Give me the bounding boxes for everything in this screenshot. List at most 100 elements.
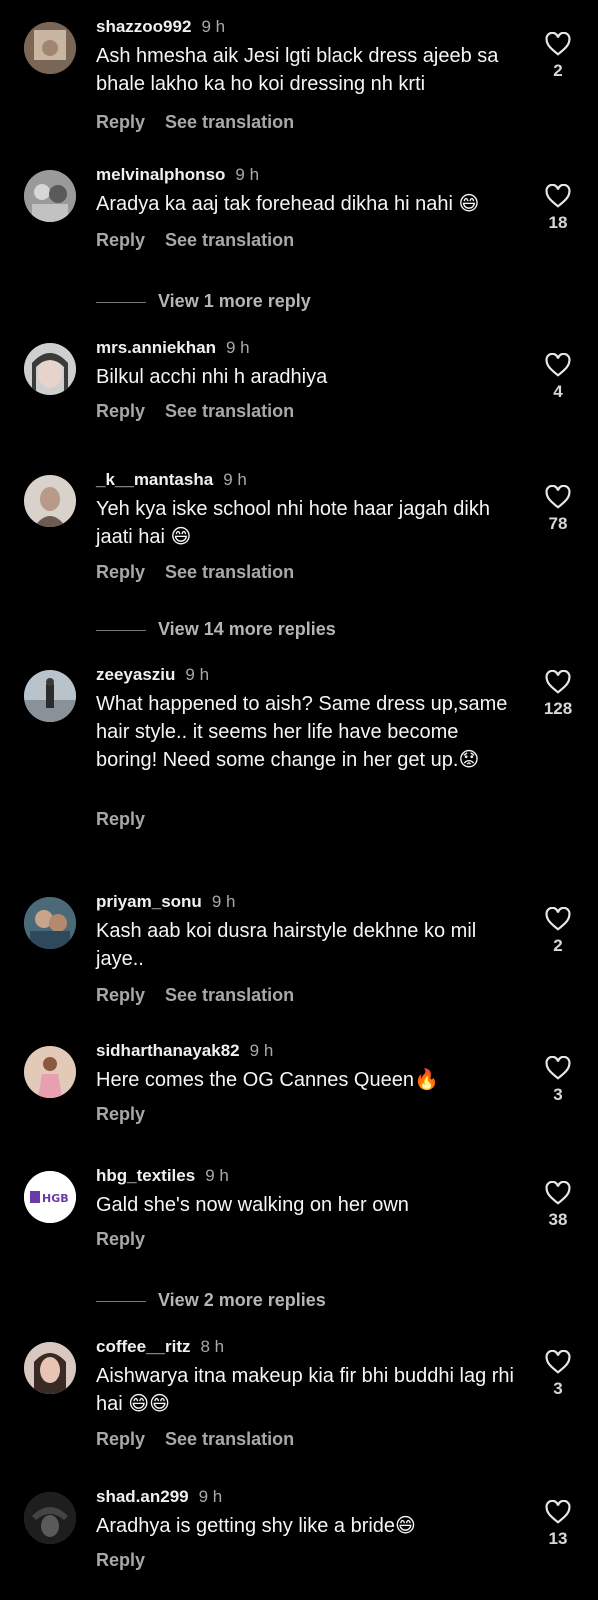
heart-icon[interactable] bbox=[545, 184, 571, 208]
comment-item: HGB hbg_textiles 9 h Gald she's now walki… bbox=[0, 1161, 598, 1261]
avatar[interactable] bbox=[24, 1046, 76, 1098]
reply-button[interactable]: Reply bbox=[96, 1429, 145, 1449]
heart-icon[interactable] bbox=[545, 1350, 571, 1374]
comment-actions: Reply See translation bbox=[96, 226, 314, 254]
timestamp: 9 h bbox=[226, 338, 250, 357]
comment-meta: hbg_textiles 9 h bbox=[96, 1161, 229, 1191]
timestamp: 9 h bbox=[201, 17, 226, 36]
avatar[interactable] bbox=[24, 170, 76, 222]
like-count: 38 bbox=[548, 1210, 568, 1229]
heart-icon[interactable] bbox=[545, 32, 571, 56]
reply-button[interactable]: Reply bbox=[96, 562, 145, 582]
timestamp: 9 h bbox=[235, 165, 260, 184]
avatar[interactable] bbox=[24, 670, 76, 722]
username[interactable]: mrs.anniekhan bbox=[96, 338, 216, 357]
like-count: 78 bbox=[548, 514, 568, 533]
comment-meta: shazzoo992 9 h bbox=[96, 12, 225, 42]
like-control: 2 bbox=[538, 32, 578, 82]
view-more-replies-button[interactable]: View 1 more reply bbox=[96, 286, 311, 316]
timestamp: 9 h bbox=[223, 470, 247, 489]
username[interactable]: sidharthanayak82 bbox=[96, 1041, 240, 1060]
like-count: 4 bbox=[553, 382, 563, 401]
heart-icon[interactable] bbox=[545, 1500, 571, 1524]
comment-meta: sidharthanayak82 9 h bbox=[96, 1036, 273, 1066]
username[interactable]: melvinalphonso bbox=[96, 165, 225, 184]
username[interactable]: shad.an299 bbox=[96, 1487, 189, 1506]
like-count: 13 bbox=[548, 1529, 568, 1548]
view-more-label: View 1 more reply bbox=[158, 291, 311, 311]
heart-icon[interactable] bbox=[545, 907, 571, 931]
comment-item: sidharthanayak82 9 h Here comes the OG Ca… bbox=[0, 1036, 598, 1136]
avatar[interactable] bbox=[24, 1492, 76, 1544]
see-translation-button[interactable]: See translation bbox=[165, 985, 294, 1005]
reply-button[interactable]: Reply bbox=[96, 1104, 145, 1124]
comment-meta: zeeyasziu 9 h bbox=[96, 660, 209, 690]
avatar[interactable] bbox=[24, 343, 76, 395]
comment-item: zeeyasziu 9 h What happened to aish? Same… bbox=[0, 660, 598, 850]
comment-item: _k__mantasha 9 h Yeh kya iske school nhi … bbox=[0, 465, 598, 595]
username[interactable]: coffee__ritz bbox=[96, 1337, 190, 1356]
reply-button[interactable]: Reply bbox=[96, 1550, 145, 1570]
heart-icon[interactable] bbox=[545, 1056, 571, 1080]
avatar[interactable] bbox=[24, 1342, 76, 1394]
heart-icon[interactable] bbox=[545, 1181, 571, 1205]
avatar[interactable] bbox=[24, 897, 76, 949]
see-translation-button[interactable]: See translation bbox=[165, 112, 294, 132]
comment-item: coffee__ritz 8 h Aishwarya itna makeup ki… bbox=[0, 1332, 598, 1462]
comment-actions: Reply bbox=[96, 1100, 165, 1128]
username[interactable]: hbg_textiles bbox=[96, 1166, 195, 1185]
comment-item: melvinalphonso 9 h Aradya ka aaj tak fore… bbox=[0, 160, 598, 260]
timestamp: 9 h bbox=[205, 1166, 229, 1185]
timestamp: 9 h bbox=[211, 892, 236, 911]
reply-button[interactable]: Reply bbox=[96, 1229, 145, 1249]
divider bbox=[96, 1300, 146, 1302]
reply-button[interactable]: Reply bbox=[96, 230, 145, 250]
view-more-replies-button[interactable]: View 14 more replies bbox=[96, 614, 336, 644]
comment-text: What happened to aish? Same dress up,sam… bbox=[96, 693, 508, 771]
like-count: 2 bbox=[553, 61, 563, 80]
avatar[interactable] bbox=[24, 475, 76, 527]
view-more-replies-button[interactable]: View 2 more replies bbox=[96, 1285, 326, 1315]
timestamp: 9 h bbox=[198, 1487, 223, 1506]
see-translation-button[interactable]: See translation bbox=[165, 401, 294, 421]
like-count: 3 bbox=[553, 1379, 563, 1398]
comment-actions: Reply bbox=[96, 1225, 165, 1253]
comment-text: Aradya ka aaj tak forehead dikha hi nahi… bbox=[96, 193, 480, 215]
like-control: 13 bbox=[538, 1500, 578, 1550]
comment-meta: priyam_sonu 9 h bbox=[96, 887, 235, 917]
comment-meta: coffee__ritz 8 h bbox=[96, 1332, 224, 1362]
heart-icon[interactable] bbox=[545, 485, 571, 509]
like-control: 18 bbox=[538, 184, 578, 234]
comment-actions: Reply See translation bbox=[96, 558, 314, 586]
comment-actions: Reply See translation bbox=[96, 1425, 314, 1453]
see-translation-button[interactable]: See translation bbox=[165, 562, 294, 582]
avatar[interactable]: HGB bbox=[24, 1171, 76, 1223]
comment-actions: Reply See translation bbox=[96, 397, 314, 425]
comment-text: Aishwarya itna makeup kia fir bhi buddhi… bbox=[96, 1365, 514, 1415]
heart-icon[interactable] bbox=[545, 353, 571, 377]
like-count: 3 bbox=[553, 1085, 563, 1104]
comment-text: Gald she's now walking on her own bbox=[96, 1194, 409, 1216]
reply-button[interactable]: Reply bbox=[96, 112, 145, 132]
username[interactable]: _k__mantasha bbox=[96, 470, 213, 489]
reply-button[interactable]: Reply bbox=[96, 401, 145, 421]
divider bbox=[96, 301, 146, 303]
view-more-label: View 14 more replies bbox=[158, 619, 336, 639]
comment-meta: mrs.anniekhan 9 h bbox=[96, 333, 250, 363]
username[interactable]: priyam_sonu bbox=[96, 892, 202, 911]
username[interactable]: shazzoo992 bbox=[96, 17, 191, 36]
comment-actions: Reply bbox=[96, 805, 165, 833]
reply-button[interactable]: Reply bbox=[96, 985, 145, 1005]
like-count: 128 bbox=[543, 699, 573, 718]
see-translation-button[interactable]: See translation bbox=[165, 230, 294, 250]
comment-meta: shad.an299 9 h bbox=[96, 1482, 222, 1512]
see-translation-button[interactable]: See translation bbox=[165, 1429, 294, 1449]
comment-item: shazzoo992 9 h Ash hmesha aik Jesi lgti b… bbox=[0, 12, 598, 142]
comment-text: Kash aab koi dusra hairstyle dekhne ko m… bbox=[96, 920, 477, 970]
avatar[interactable] bbox=[24, 22, 76, 74]
username[interactable]: zeeyasziu bbox=[96, 665, 175, 684]
comment-actions: Reply bbox=[96, 1546, 165, 1574]
heart-icon[interactable] bbox=[545, 670, 571, 694]
reply-button[interactable]: Reply bbox=[96, 809, 145, 829]
like-control: 2 bbox=[538, 907, 578, 957]
